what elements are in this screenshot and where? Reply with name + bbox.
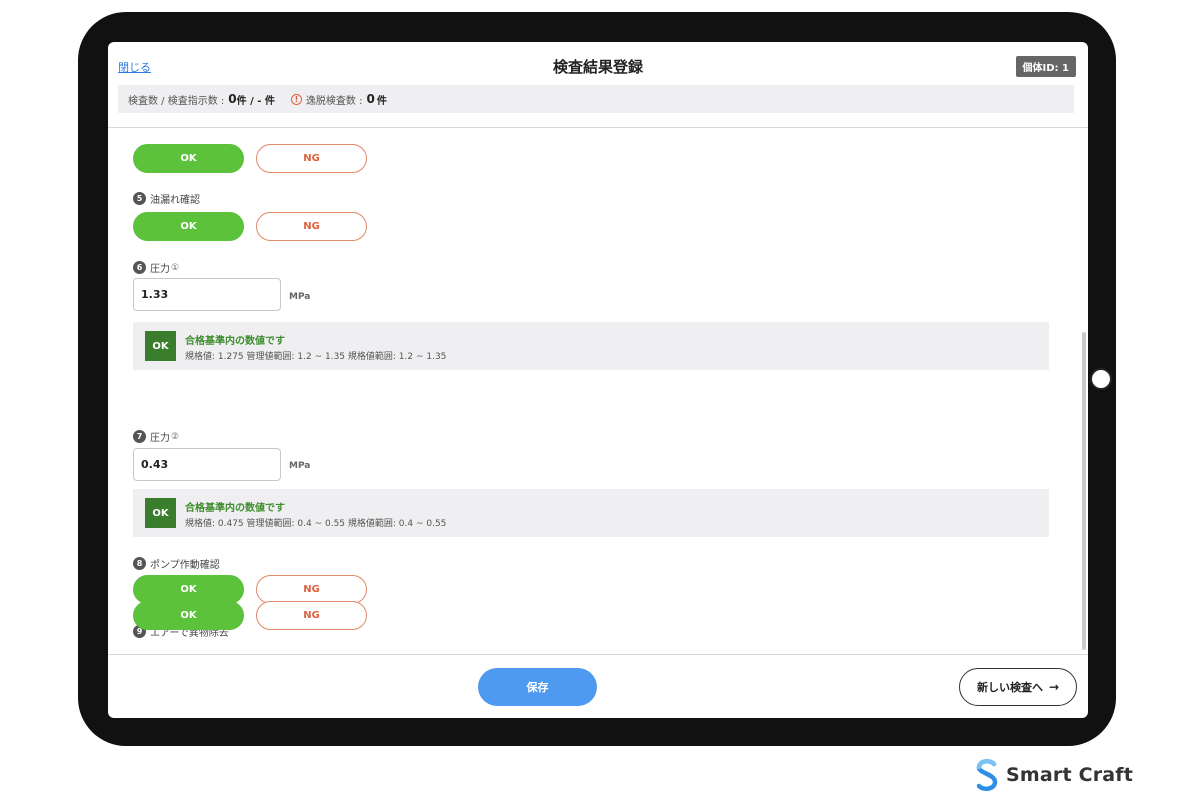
item-number: 8	[133, 557, 146, 570]
item-label: 7 圧力 ②	[133, 429, 179, 444]
result-title: 合格基準内の数値です	[185, 503, 285, 514]
deviation-label: 逸脱検査数 :	[305, 95, 363, 107]
ng-button[interactable]: NG	[256, 144, 367, 173]
item-title: 圧力	[150, 264, 170, 275]
result-ok-chip: OK	[145, 498, 176, 528]
result-box: OK 合格基準内の数値です 規格値: 0.475 管理値範囲: 0.4 ~ 0.…	[133, 489, 1049, 537]
result-title: 合格基準内の数値です	[185, 336, 285, 347]
item-mark: ①	[171, 262, 180, 273]
logo-text: Smart Craft	[1006, 764, 1134, 786]
item-label: 8 ポンプ作動確認	[133, 556, 220, 571]
count-value: 0	[228, 92, 237, 106]
count-unit: 件 / - 件	[236, 95, 275, 107]
app-screen: 閉じる 検査結果登録 個体ID: 1 検査数 / 検査指示数 : 0 件 / -…	[108, 42, 1088, 718]
unit-label: MPa	[289, 292, 311, 302]
deviation-unit: 件	[376, 95, 387, 107]
pressure-2-input[interactable]	[133, 448, 281, 481]
footer-divider	[108, 654, 1088, 655]
inspection-list: OK NG 5 油漏れ確認 OK NG 6 圧力 ① MPa OK 合格基準内の…	[108, 128, 1088, 654]
result-box: OK 合格基準内の数値です 規格値: 1.275 管理値範囲: 1.2 ~ 1.…	[133, 322, 1049, 370]
ng-button[interactable]: NG	[256, 601, 367, 630]
result-detail: 規格値: 0.475 管理値範囲: 0.4 ~ 0.55 規格値範囲: 0.4 …	[185, 519, 447, 529]
count-label: 検査数 / 検査指示数 :	[128, 95, 225, 107]
ok-button[interactable]: OK	[133, 575, 244, 604]
item-number: 7	[133, 430, 146, 443]
item-mark: ②	[171, 431, 180, 442]
save-button[interactable]: 保存	[478, 668, 597, 706]
new-inspection-label: 新しい検査へ	[976, 681, 1043, 694]
page-title: 検査結果登録	[552, 58, 643, 76]
ok-button[interactable]: OK	[133, 144, 244, 173]
arrow-right-icon: →	[1048, 680, 1060, 694]
result-ok-chip: OK	[145, 331, 176, 361]
item-number: 6	[133, 261, 146, 274]
home-button[interactable]	[1090, 368, 1112, 390]
ng-button[interactable]: NG	[256, 212, 367, 241]
pressure-1-input[interactable]	[133, 278, 281, 311]
ng-button[interactable]: NG	[256, 575, 367, 604]
ok-button[interactable]: OK	[133, 212, 244, 241]
item-title: 油漏れ確認	[150, 195, 200, 206]
unit-label: MPa	[289, 461, 311, 471]
smart-craft-logo: Smart Craft	[974, 758, 1133, 792]
item-label: 6 圧力 ①	[133, 260, 179, 275]
item-title: 圧力	[150, 433, 170, 444]
scrollbar[interactable]	[1082, 332, 1086, 650]
result-detail: 規格値: 1.275 管理値範囲: 1.2 ~ 1.35 規格値範囲: 1.2 …	[185, 352, 447, 362]
item-label: 5 油漏れ確認	[133, 191, 200, 206]
ok-button[interactable]: OK	[133, 601, 244, 630]
item-number: 5	[133, 192, 146, 205]
id-badge: 個体ID: 1	[1015, 56, 1076, 77]
new-inspection-button[interactable]: 新しい検査へ →	[959, 668, 1077, 706]
summary-bar: 検査数 / 検査指示数 : 0 件 / - 件 ! 逸脱検査数 : 0 件	[118, 85, 1074, 113]
header: 閉じる 検査結果登録 個体ID: 1	[108, 42, 1088, 86]
warning-icon: !	[290, 93, 302, 105]
deviation-value: 0	[366, 92, 375, 106]
item-title: ポンプ作動確認	[150, 560, 220, 571]
smart-craft-logo-icon	[976, 759, 998, 792]
